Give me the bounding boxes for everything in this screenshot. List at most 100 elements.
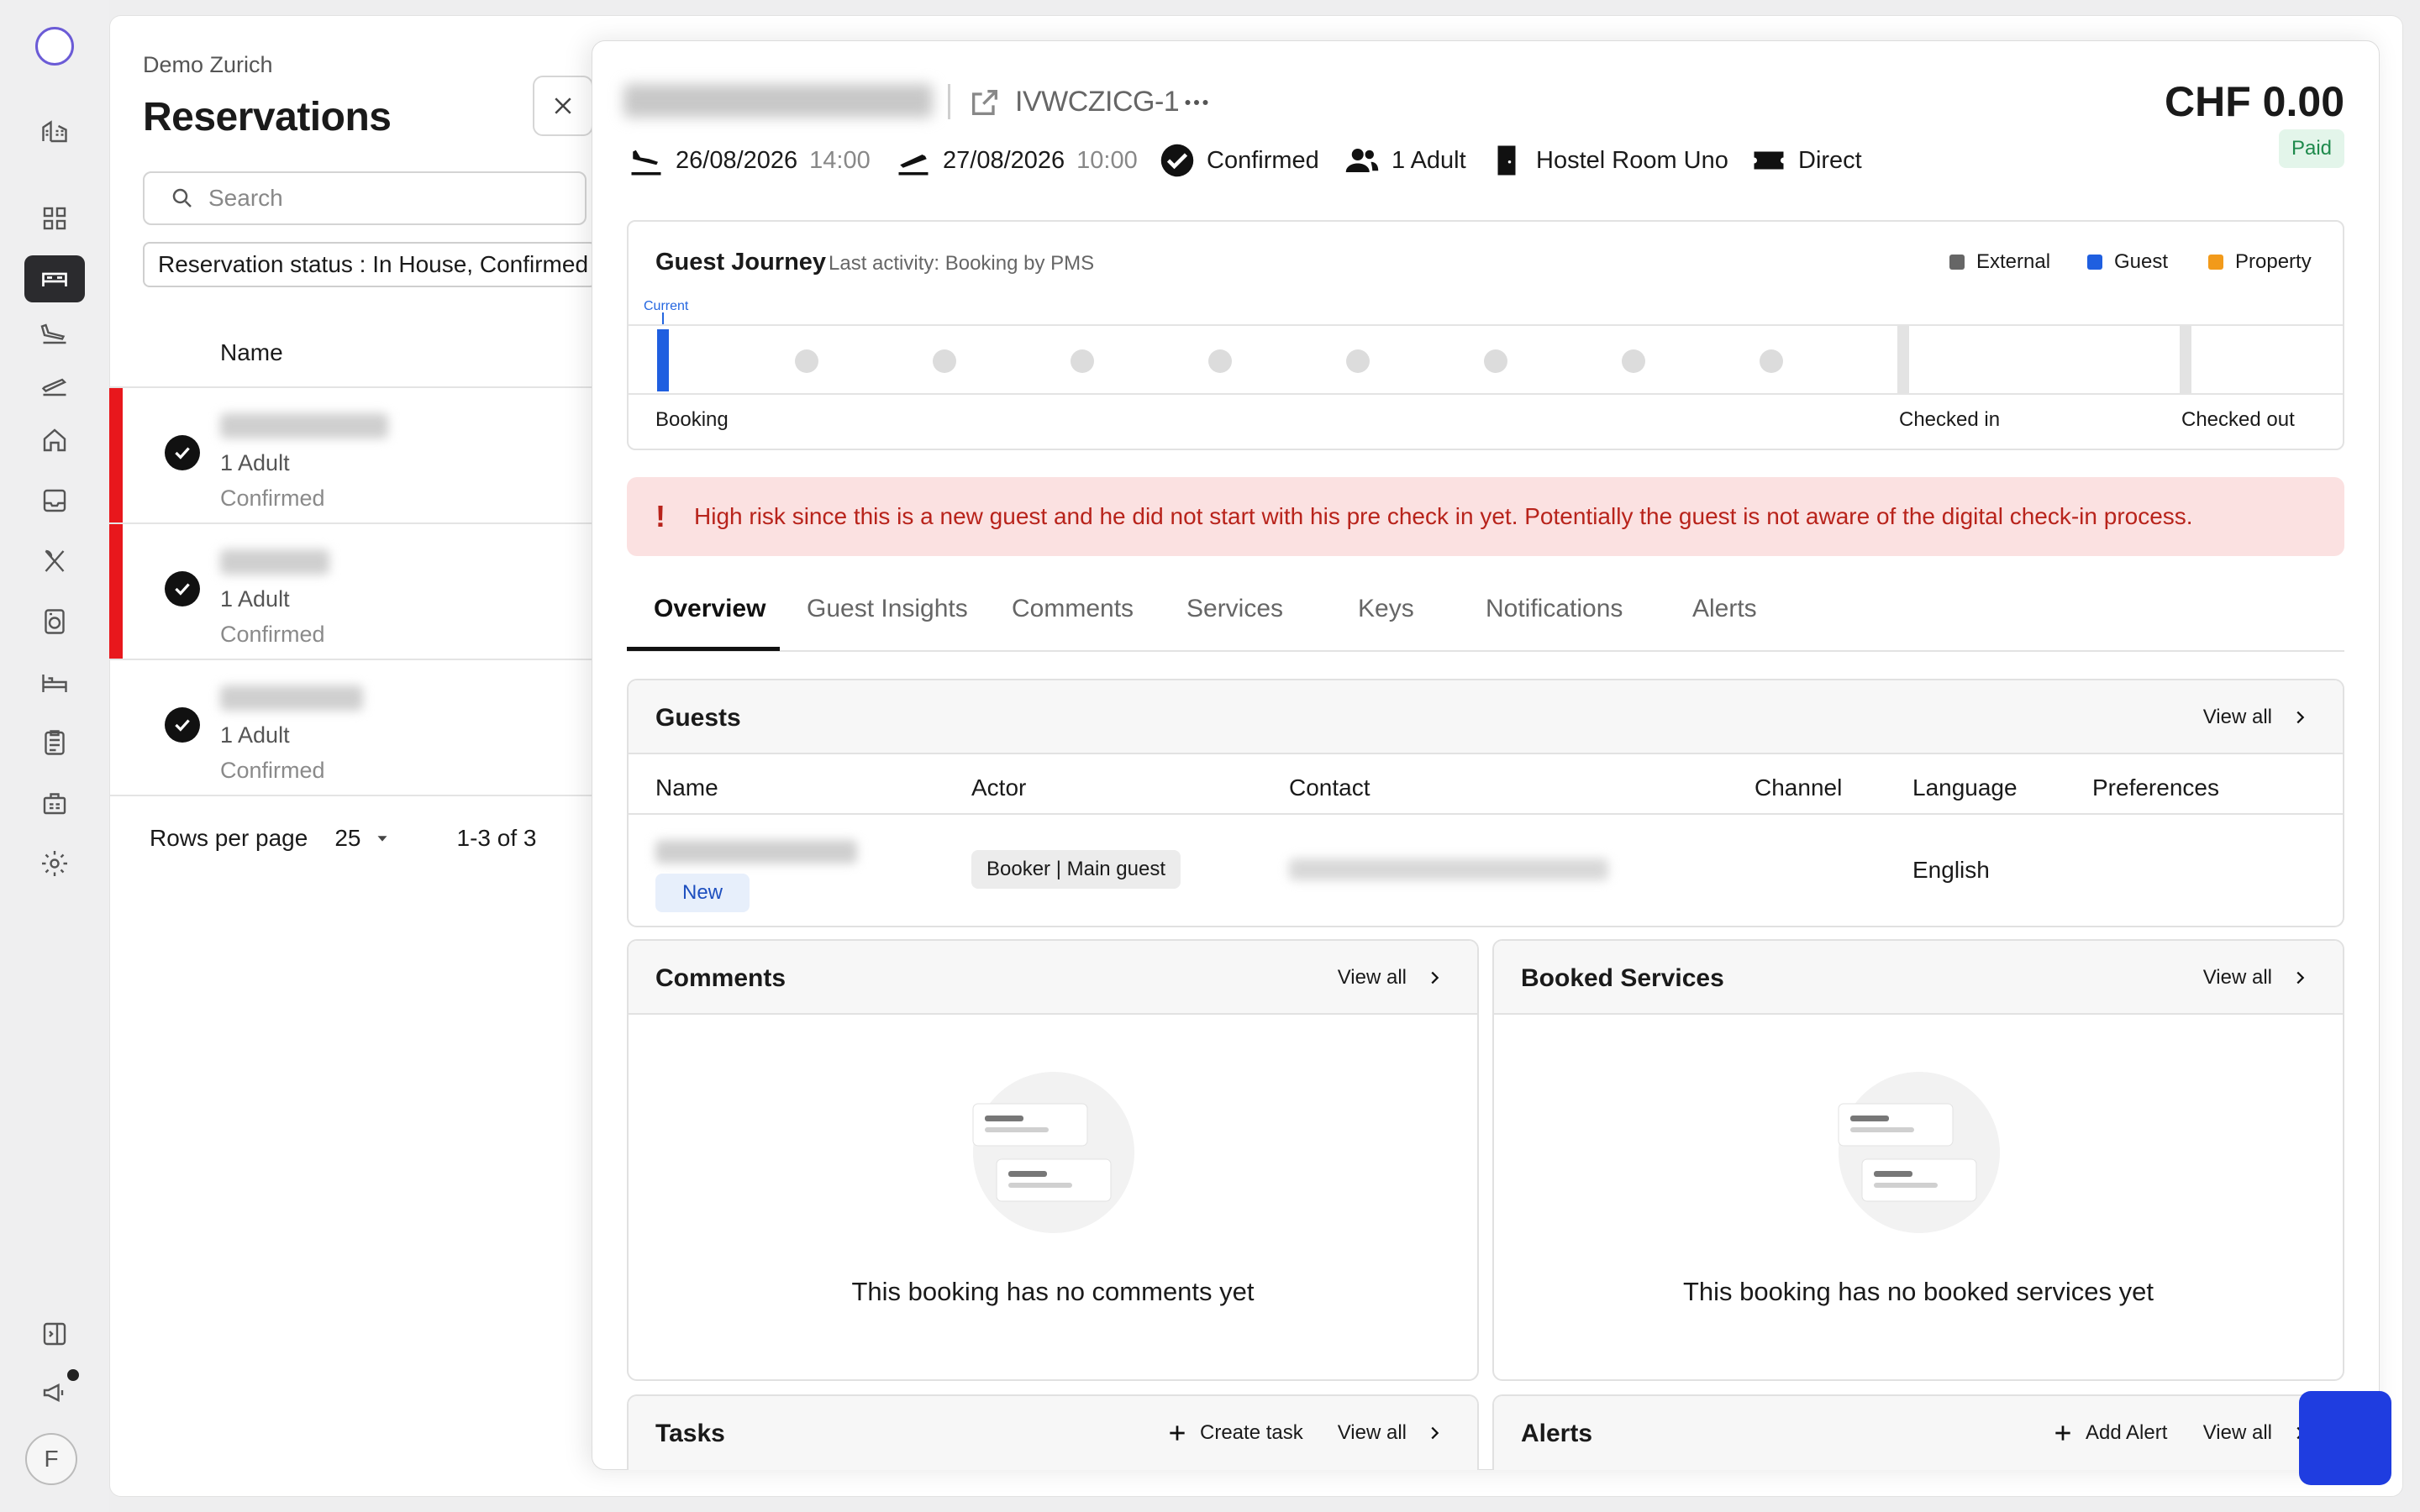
close-button[interactable] — [533, 76, 593, 136]
guest-name-redacted[interactable] — [655, 840, 857, 864]
stage-checked-out: Checked out — [2181, 408, 2295, 431]
status-text: Confirmed — [1207, 146, 1319, 174]
reservation-status: Confirmed — [1160, 143, 1319, 178]
tab-alerts[interactable]: Alerts — [1692, 595, 1757, 623]
more-options-icon[interactable] — [1181, 87, 1212, 118]
house-icon[interactable] — [24, 417, 85, 464]
inbox-icon[interactable] — [24, 477, 85, 524]
reservation-row[interactable]: 1 Adult Confirmed — [109, 522, 597, 659]
app-logo[interactable] — [35, 27, 74, 66]
create-task-label: Create task — [1200, 1421, 1303, 1444]
arrival-time: 14:00 — [809, 146, 871, 174]
settings-icon[interactable] — [24, 840, 85, 887]
door-icon — [1497, 145, 1516, 176]
restaurant-icon[interactable] — [24, 538, 85, 585]
view-all-link[interactable]: View all — [1338, 1421, 1444, 1445]
journey-step[interactable] — [1208, 349, 1232, 373]
arrival-icon — [631, 150, 661, 176]
status-filter-chip[interactable]: Reservation status : In House, Confirmed — [143, 242, 597, 287]
empty-state-text: This booking has no comments yet — [851, 1277, 1255, 1306]
comments-card: Comments View all This booking has no co… — [627, 939, 1479, 1381]
card-title: Guests — [655, 704, 741, 732]
active-tab-indicator — [627, 647, 780, 651]
search-icon — [172, 188, 192, 207]
rooms-icon[interactable] — [24, 659, 85, 706]
confirmed-check-icon — [165, 707, 200, 743]
ticket-icon — [1754, 151, 1784, 170]
checkout-marker — [2180, 326, 2191, 393]
journey-title: Guest Journey — [655, 249, 827, 276]
reports-icon[interactable] — [24, 780, 85, 827]
view-all-link[interactable]: View all — [2203, 966, 2309, 990]
arrival-date: 26/08/2026 — [676, 146, 798, 174]
arrival-info: 26/08/2026 14:00 — [629, 143, 871, 178]
view-all-label: View all — [1337, 1421, 1407, 1444]
rows-per-page-select[interactable]: 25 — [334, 825, 360, 852]
avatar[interactable]: F — [25, 1433, 77, 1485]
housekeeping-icon[interactable] — [24, 598, 85, 645]
page-range: 1-3 of 3 — [456, 825, 537, 851]
help-button[interactable] — [2299, 1391, 2391, 1485]
view-all-label: View all — [1337, 966, 1407, 989]
tab-services[interactable]: Services — [1186, 595, 1283, 623]
journey-track — [629, 324, 2343, 395]
chevron-right-icon — [2296, 711, 2305, 724]
row-guests: 1 Adult — [220, 722, 290, 748]
journey-step[interactable] — [1484, 349, 1507, 373]
column-header-preferences: Preferences — [2092, 774, 2219, 801]
journey-step[interactable] — [1346, 349, 1370, 373]
rows-per-page-label: Rows per page — [150, 825, 308, 851]
tab-keys[interactable]: Keys — [1358, 595, 1414, 623]
guest-name-redacted — [220, 413, 388, 438]
new-guest-badge: New — [655, 874, 750, 912]
create-task-button[interactable]: Create task — [1166, 1421, 1303, 1445]
tab-comments[interactable]: Comments — [1012, 595, 1134, 623]
reservations-icon[interactable] — [24, 255, 85, 302]
departures-icon[interactable] — [24, 361, 85, 408]
view-all-label: View all — [2202, 1421, 2272, 1444]
reservation-row[interactable]: 1 Adult Confirmed — [109, 386, 597, 522]
chevron-right-icon — [1431, 1426, 1439, 1440]
detail-tabs: Overview Guest Insights Comments Service… — [627, 580, 2344, 652]
dashboard-icon[interactable] — [24, 195, 85, 242]
journey-step[interactable] — [933, 349, 956, 373]
confirmed-icon — [1160, 144, 1194, 177]
exclamation-icon: ! — [655, 499, 666, 533]
search-placeholder: Search — [208, 185, 283, 211]
tasks-icon[interactable] — [24, 719, 85, 766]
guest-count: 1 Adult — [1344, 143, 1466, 178]
journey-step[interactable] — [795, 349, 818, 373]
collapse-icon[interactable] — [24, 1310, 85, 1357]
confirmed-check-icon — [165, 571, 200, 606]
journey-step[interactable] — [1071, 349, 1094, 373]
column-header-name: Name — [655, 774, 718, 801]
current-marker-label: Current — [644, 299, 689, 313]
home-icon[interactable] — [24, 108, 85, 155]
guest-name-redacted — [623, 84, 933, 118]
side-navigation: F — [0, 0, 109, 1512]
chevron-down-icon[interactable] — [373, 829, 392, 848]
journey-step[interactable] — [1622, 349, 1645, 373]
stage-checked-in: Checked in — [1899, 408, 2001, 431]
view-all-link[interactable]: View all — [2203, 706, 2309, 729]
tab-overview[interactable]: Overview — [654, 595, 765, 623]
arrivals-icon[interactable] — [24, 309, 85, 356]
stage-booking: Booking — [655, 408, 729, 431]
current-step-bar[interactable] — [657, 329, 669, 391]
reservation-row[interactable]: 1 Adult Confirmed — [109, 659, 597, 796]
external-link-icon[interactable] — [968, 86, 1002, 119]
guest-name-redacted — [220, 685, 363, 711]
property-name: Demo Zurich — [143, 52, 273, 77]
departure-time: 10:00 — [1076, 146, 1138, 174]
alert-text: High risk since this is a new guest and … — [694, 503, 2193, 529]
search-input[interactable]: Search — [143, 171, 587, 225]
add-alert-button[interactable]: Add Alert — [2052, 1421, 2167, 1445]
journey-step[interactable] — [1760, 349, 1783, 373]
view-all-link[interactable]: View all — [2203, 1421, 2309, 1445]
view-all-link[interactable]: View all — [1338, 966, 1444, 990]
tab-guest-insights[interactable]: Guest Insights — [807, 595, 968, 623]
departure-date: 27/08/2026 — [943, 146, 1065, 174]
chevron-right-icon — [2296, 971, 2305, 984]
column-header-name[interactable]: Name — [220, 339, 283, 366]
tab-notifications[interactable]: Notifications — [1486, 595, 1623, 623]
